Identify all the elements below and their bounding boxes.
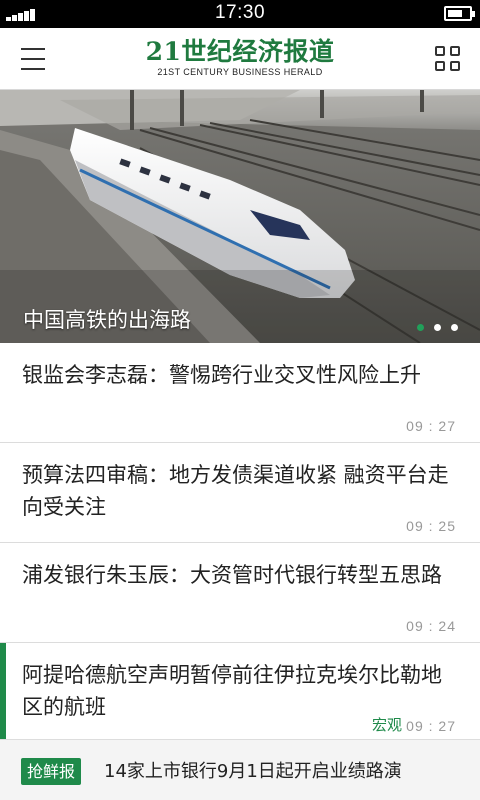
news-item[interactable]: 银监会李志磊：警惕跨行业交叉性风险上升 09 : 27 <box>0 343 480 443</box>
app-screen: 17:30 21世纪经济报道 21ST CENTURY BUSINESS HER… <box>0 0 480 800</box>
banner-title: 中国高铁的出海路 <box>23 308 191 332</box>
news-time: 09 : 27 <box>406 718 456 734</box>
battery-icon <box>444 6 475 21</box>
carousel-dot[interactable] <box>434 324 441 331</box>
carousel-dot[interactable] <box>451 324 458 331</box>
logo-english-text: 21ST CENTURY BUSINESS HERALD <box>157 67 323 77</box>
news-category-tag[interactable]: 宏观 <box>372 714 402 735</box>
news-title: 银监会李志磊：警惕跨行业交叉性风险上升 <box>22 363 421 387</box>
news-time: 09 : 24 <box>406 618 456 634</box>
logo-chinese-text: 21世纪经济报道 <box>145 37 335 66</box>
news-time: 09 : 27 <box>406 418 456 434</box>
breaking-news-badge: 抢鲜报 <box>21 758 82 785</box>
app-header: 21世纪经济报道 21ST CENTURY BUSINESS HERALD <box>0 28 480 90</box>
featured-banner[interactable]: 中国高铁的出海路 <box>0 90 480 343</box>
news-time: 09 : 25 <box>406 518 456 534</box>
news-title: 预算法四审稿：地方发债渠道收紧 融资平台走向受关注 <box>22 463 449 519</box>
carousel-indicator <box>407 316 458 331</box>
ticker-headline[interactable]: 14家上市银行9月1日起开启业绩路演 <box>104 758 480 785</box>
news-item[interactable]: 预算法四审稿：地方发债渠道收紧 融资平台走向受关注 09 : 25 <box>0 443 480 543</box>
news-list: 银监会李志磊：警惕跨行业交叉性风险上升 09 : 27 预算法四审稿：地方发债渠… <box>0 343 480 743</box>
news-title: 浦发银行朱玉辰：大资管时代银行转型五思路 <box>22 563 442 587</box>
breaking-news-ticker[interactable]: 抢鲜报 14家上市银行9月1日起开启业绩路演 <box>0 739 480 800</box>
news-item[interactable]: 浦发银行朱玉辰：大资管时代银行转型五思路 09 : 24 <box>0 543 480 643</box>
status-time: 17:30 <box>214 2 266 23</box>
carousel-dot[interactable] <box>417 324 424 331</box>
battery-fill <box>448 10 462 17</box>
status-bar: 17:30 <box>0 0 480 28</box>
app-logo: 21世纪经济报道 21ST CENTURY BUSINESS HERALD <box>0 37 480 78</box>
news-item-selected[interactable]: 阿提哈德航空声明暂停前往伊拉克埃尔比勒地区的航班 宏观 09 : 27 <box>0 643 480 743</box>
grid-apps-icon[interactable] <box>435 46 461 72</box>
